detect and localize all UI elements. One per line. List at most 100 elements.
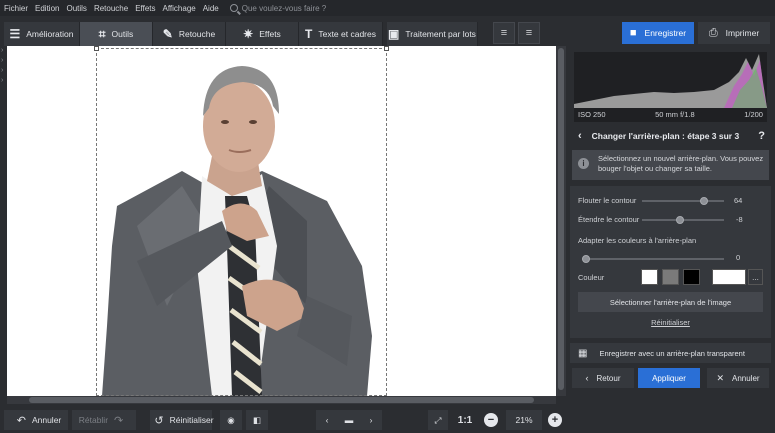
menu-outils[interactable]: Outils bbox=[66, 4, 86, 13]
crop-icon: ⌗ bbox=[98, 26, 106, 41]
search-icon bbox=[229, 4, 238, 12]
reset-link[interactable]: Réinitialiser bbox=[570, 318, 771, 327]
brush-icon: ✎ bbox=[162, 27, 173, 41]
undo-button[interactable]: ↶ Annuler bbox=[4, 410, 68, 430]
minus-icon: − bbox=[487, 414, 495, 426]
menu-fichier[interactable]: Fichier bbox=[4, 4, 28, 13]
resize-handle[interactable] bbox=[384, 46, 389, 51]
fit-screen-button[interactable]: ⤢ bbox=[428, 410, 448, 430]
tab-label: Retouche bbox=[178, 29, 216, 39]
cancel-button[interactable]: ✕ Annuler bbox=[707, 368, 769, 388]
save-transparent-button[interactable]: ▦ Enregistrer avec un arrière-plan trans… bbox=[570, 343, 771, 363]
plus-icon: + bbox=[551, 414, 559, 426]
extend-value: -8 bbox=[736, 215, 743, 224]
iso-value: ISO 250 bbox=[578, 109, 606, 119]
fit-screen-icon: ⤢ bbox=[434, 414, 442, 425]
save-label: Enregistrer bbox=[644, 28, 687, 38]
zoom-value[interactable]: 21% bbox=[506, 410, 542, 430]
chevron-left-icon: ‹ bbox=[325, 415, 329, 425]
swatch-gray[interactable] bbox=[662, 269, 679, 285]
folder-icon: ▬ bbox=[344, 415, 354, 425]
tab-amelioration[interactable]: ☰ Amélioration bbox=[4, 22, 80, 46]
tab-label: Outils bbox=[111, 29, 134, 39]
menu-effets[interactable]: Effets bbox=[135, 4, 155, 13]
resize-handle[interactable] bbox=[94, 46, 99, 51]
apply-button[interactable]: Appliquer bbox=[638, 368, 700, 388]
reset-icon: ↺ bbox=[154, 414, 164, 427]
horizontal-scrollbar[interactable] bbox=[7, 396, 556, 404]
list-info-icon: ≡ bbox=[525, 27, 533, 39]
back-button[interactable]: ‹ Retour bbox=[572, 368, 634, 388]
menu-aide[interactable]: Aide bbox=[203, 4, 219, 13]
menu-edition[interactable]: Edition bbox=[35, 4, 59, 13]
preset-info-button[interactable]: ≡ bbox=[518, 22, 540, 44]
tab-label: Texte et cadres bbox=[318, 29, 376, 39]
image-canvas[interactable] bbox=[7, 46, 556, 396]
adapt-slider[interactable] bbox=[582, 255, 724, 263]
scroll-thumb[interactable] bbox=[29, 397, 534, 403]
swatch-white[interactable] bbox=[641, 269, 658, 285]
reset-button[interactable]: ↺ Réinitialiser bbox=[150, 410, 214, 430]
open-folder-button[interactable]: ▬ bbox=[338, 410, 360, 430]
menu-affichage[interactable]: Affichage bbox=[163, 4, 196, 13]
search-box[interactable]: Que voulez-vous faire ? bbox=[229, 4, 327, 13]
slider-knob[interactable] bbox=[676, 216, 684, 224]
tab-label: Traitement par lots bbox=[405, 29, 476, 39]
list-add-icon: ≡ bbox=[500, 27, 508, 39]
info-icon: i bbox=[578, 158, 589, 169]
preview-button[interactable]: ◉ bbox=[220, 410, 242, 430]
tab-texte-cadres[interactable]: T Texte et cadres bbox=[299, 22, 383, 46]
slider-knob[interactable] bbox=[582, 255, 590, 263]
print-label: Imprimer bbox=[725, 28, 760, 38]
selection-frame[interactable] bbox=[94, 46, 389, 396]
info-box: i Sélectionnez un nouvel arrière-plan. V… bbox=[572, 150, 769, 180]
chevron-right-icon: › bbox=[1, 67, 4, 74]
blur-slider[interactable] bbox=[642, 197, 724, 205]
extend-slider[interactable] bbox=[642, 216, 724, 224]
chevron-right-icon: › bbox=[1, 77, 4, 84]
close-icon: ✕ bbox=[716, 372, 724, 383]
back-label: Retour bbox=[596, 373, 621, 383]
tab-outils[interactable]: ⌗ Outils bbox=[80, 22, 153, 46]
previous-image-button[interactable]: ‹ bbox=[316, 410, 338, 430]
swatch-black[interactable] bbox=[683, 269, 700, 285]
zoom-in-button[interactable]: + bbox=[548, 413, 562, 427]
lens-value: 50 mm f/1.8 bbox=[655, 109, 695, 119]
print-button[interactable]: ⎙ Imprimer bbox=[698, 22, 770, 44]
info-text: Sélectionnez un nouvel arrière-plan. Vou… bbox=[598, 154, 764, 173]
chevron-right-icon: › bbox=[369, 415, 373, 425]
tab-traitement-lots[interactable]: ▣ Traitement par lots bbox=[387, 22, 478, 46]
step-header: ‹ Changer l'arrière-plan : étape 3 sur 3… bbox=[566, 126, 775, 146]
select-background-button[interactable]: Sélectionner l'arrière-plan de l'image bbox=[578, 292, 763, 312]
slider-knob[interactable] bbox=[700, 197, 708, 205]
scroll-thumb[interactable] bbox=[558, 48, 564, 390]
redo-button[interactable]: Rétablir ↷ bbox=[72, 410, 136, 430]
left-panel-toggle[interactable]: › › › › bbox=[0, 46, 7, 396]
next-image-button[interactable]: › bbox=[360, 410, 382, 430]
reset-label: Réinitialiser bbox=[169, 415, 214, 425]
adapt-value: 0 bbox=[736, 253, 741, 262]
tab-effets[interactable]: ✷ Effets bbox=[226, 22, 299, 46]
redo-label: Rétablir bbox=[78, 415, 109, 425]
vertical-scrollbar[interactable] bbox=[556, 46, 566, 396]
cancel-label: Annuler bbox=[731, 373, 760, 383]
actual-size-button[interactable]: 1:1 bbox=[453, 410, 477, 430]
search-placeholder[interactable]: Que voulez-vous faire ? bbox=[242, 4, 327, 13]
blur-value: 64 bbox=[734, 196, 743, 205]
tab-retouche[interactable]: ✎ Retouche bbox=[153, 22, 226, 46]
compare-icon: ◧ bbox=[252, 414, 262, 425]
sliders-icon: ☰ bbox=[9, 27, 21, 41]
selected-color[interactable] bbox=[712, 269, 746, 285]
menu-retouche[interactable]: Retouche bbox=[94, 4, 128, 13]
undo-label: Annuler bbox=[31, 415, 62, 425]
add-preset-button[interactable]: ≡ bbox=[493, 22, 515, 44]
zoom-out-button[interactable]: − bbox=[484, 413, 498, 427]
compare-button[interactable]: ◧ bbox=[246, 410, 268, 430]
back-chevron-icon[interactable]: ‹ bbox=[578, 130, 582, 142]
more-colors-button[interactable]: ... bbox=[748, 269, 763, 285]
printer-icon: ⎙ bbox=[708, 26, 718, 39]
help-icon[interactable]: ? bbox=[758, 130, 765, 142]
batch-icon: ▣ bbox=[388, 27, 400, 41]
blur-label: Flouter le contour bbox=[578, 196, 637, 205]
save-button[interactable]: ■ Enregistrer bbox=[622, 22, 694, 44]
